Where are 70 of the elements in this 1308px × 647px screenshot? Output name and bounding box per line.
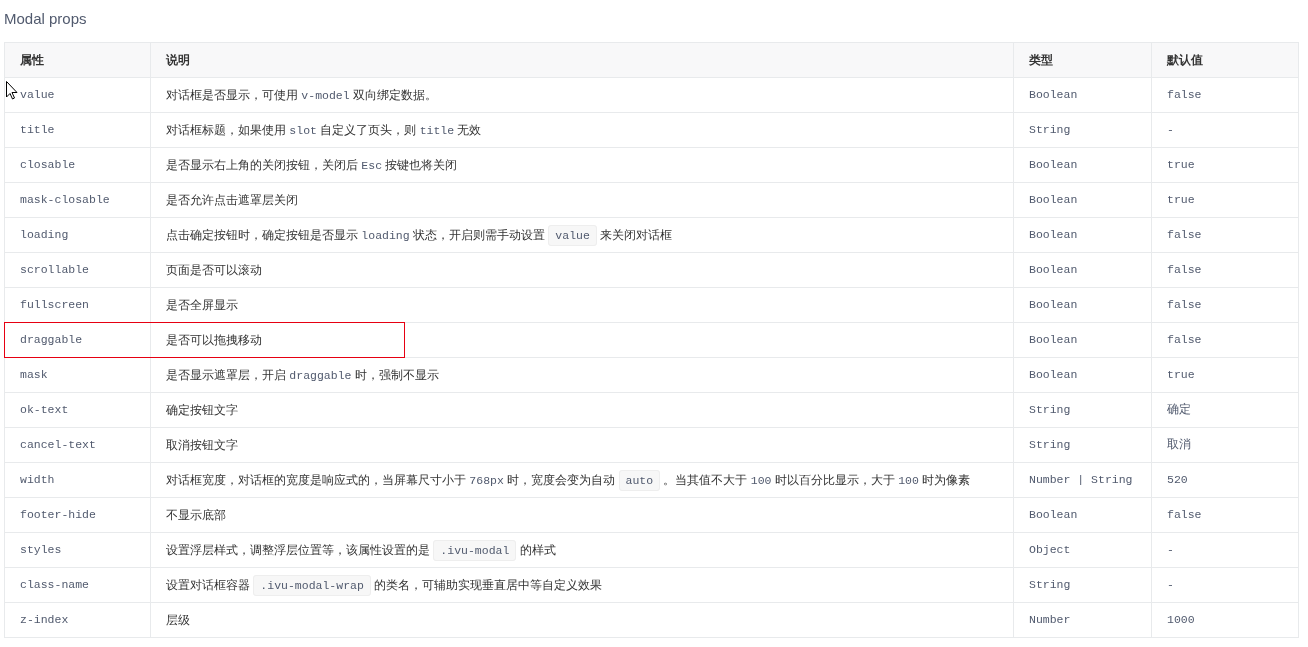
prop-type: Boolean bbox=[1029, 333, 1078, 347]
prop-name: class-name bbox=[20, 578, 89, 592]
column-header: 说明 bbox=[150, 42, 1014, 78]
prop-default: true bbox=[1167, 193, 1195, 207]
prop-name: z-index bbox=[20, 613, 69, 627]
prop-type: String bbox=[1029, 123, 1071, 137]
prop-description: 对话框宽度，对话框的宽度是响应式的，当屏幕尺寸小于 768px 时，宽度会变为自动 auto 。当其值不大于 100 时以百分比显示，大于 100 时为像素 bbox=[166, 466, 971, 494]
prop-description: 对话框是否显示，可使用 v-model 双向绑定数据。 bbox=[166, 86, 437, 104]
prop-default: true bbox=[1167, 368, 1195, 382]
prop-type: String bbox=[1029, 403, 1071, 417]
prop-name: draggable bbox=[20, 333, 83, 347]
prop-name: cancel-text bbox=[20, 438, 96, 452]
prop-default: 520 bbox=[1167, 473, 1188, 487]
prop-type: Object bbox=[1029, 543, 1071, 557]
prop-description: 设置浮层样式，调整浮层位置等，该属性设置的是 .ivu-modal 的样式 bbox=[166, 536, 556, 564]
prop-default: false bbox=[1167, 228, 1202, 242]
prop-name: mask bbox=[20, 368, 48, 382]
prop-description: 对话框标题，如果使用 slot 自定义了页头，则 title 无效 bbox=[166, 121, 482, 139]
prop-name: loading bbox=[20, 228, 69, 242]
prop-name: closable bbox=[20, 158, 76, 172]
prop-default: 1000 bbox=[1167, 613, 1195, 627]
prop-name: title bbox=[20, 123, 55, 137]
prop-description: 是否显示右上角的关闭按钮，关闭后 Esc 按键也将关闭 bbox=[166, 156, 458, 174]
column-header: 属性 bbox=[4, 42, 151, 78]
prop-default: false bbox=[1167, 298, 1202, 312]
prop-description: 是否显示遮罩层，开启 draggable 时，强制不显示 bbox=[166, 366, 439, 384]
prop-description: 点击确定按钮时，确定按钮是否显示 loading 状态，开启则需手动设置 value 来关闭对话框 bbox=[166, 221, 673, 249]
prop-name: width bbox=[20, 473, 55, 487]
prop-description: 是否允许点击遮罩层关闭 bbox=[166, 192, 298, 209]
prop-default: - bbox=[1167, 543, 1174, 557]
prop-name: styles bbox=[20, 543, 62, 557]
prop-type: Boolean bbox=[1029, 193, 1078, 207]
prop-name: mask-closable bbox=[20, 193, 110, 207]
prop-description: 确定按钮文字 bbox=[166, 402, 238, 419]
prop-type: Number bbox=[1029, 613, 1071, 627]
prop-type: Boolean bbox=[1029, 228, 1078, 242]
prop-default: - bbox=[1167, 123, 1174, 137]
prop-description: 不显示底部 bbox=[166, 507, 226, 524]
prop-default: false bbox=[1167, 88, 1202, 102]
column-header: 默认值 bbox=[1151, 42, 1299, 78]
prop-type: Boolean bbox=[1029, 88, 1078, 102]
prop-type: Boolean bbox=[1029, 263, 1078, 277]
prop-default: - bbox=[1167, 578, 1174, 592]
prop-default: 确定 bbox=[1167, 403, 1191, 417]
prop-name: ok-text bbox=[20, 403, 69, 417]
prop-description: 设置对话框容器 .ivu-modal-wrap 的类名，可辅助实现垂直居中等自定义效果 bbox=[166, 571, 603, 599]
column-header: 类型 bbox=[1013, 42, 1152, 78]
prop-type: String bbox=[1029, 438, 1071, 452]
prop-description: 是否可以拖拽移动 bbox=[166, 332, 262, 349]
mouse-pointer-icon bbox=[6, 81, 18, 100]
prop-name: scrollable bbox=[20, 263, 89, 277]
prop-type: Boolean bbox=[1029, 158, 1078, 172]
prop-default: false bbox=[1167, 333, 1202, 347]
prop-description: 层级 bbox=[166, 612, 190, 629]
prop-name: footer-hide bbox=[20, 508, 96, 522]
section-title: Modal props bbox=[4, 9, 88, 29]
prop-default: true bbox=[1167, 158, 1195, 172]
prop-description: 是否全屏显示 bbox=[166, 297, 238, 314]
prop-type: Boolean bbox=[1029, 298, 1078, 312]
prop-type: Boolean bbox=[1029, 368, 1078, 382]
prop-type: Boolean bbox=[1029, 508, 1078, 522]
prop-default: false bbox=[1167, 263, 1202, 277]
prop-name: fullscreen bbox=[20, 298, 89, 312]
prop-default: 取消 bbox=[1167, 438, 1191, 452]
prop-default: false bbox=[1167, 508, 1202, 522]
prop-description: 取消按钮文字 bbox=[166, 437, 238, 454]
prop-name: value bbox=[20, 88, 55, 102]
prop-type: Number | String bbox=[1029, 473, 1133, 487]
prop-description: 页面是否可以滚动 bbox=[166, 262, 262, 279]
prop-type: String bbox=[1029, 578, 1071, 592]
